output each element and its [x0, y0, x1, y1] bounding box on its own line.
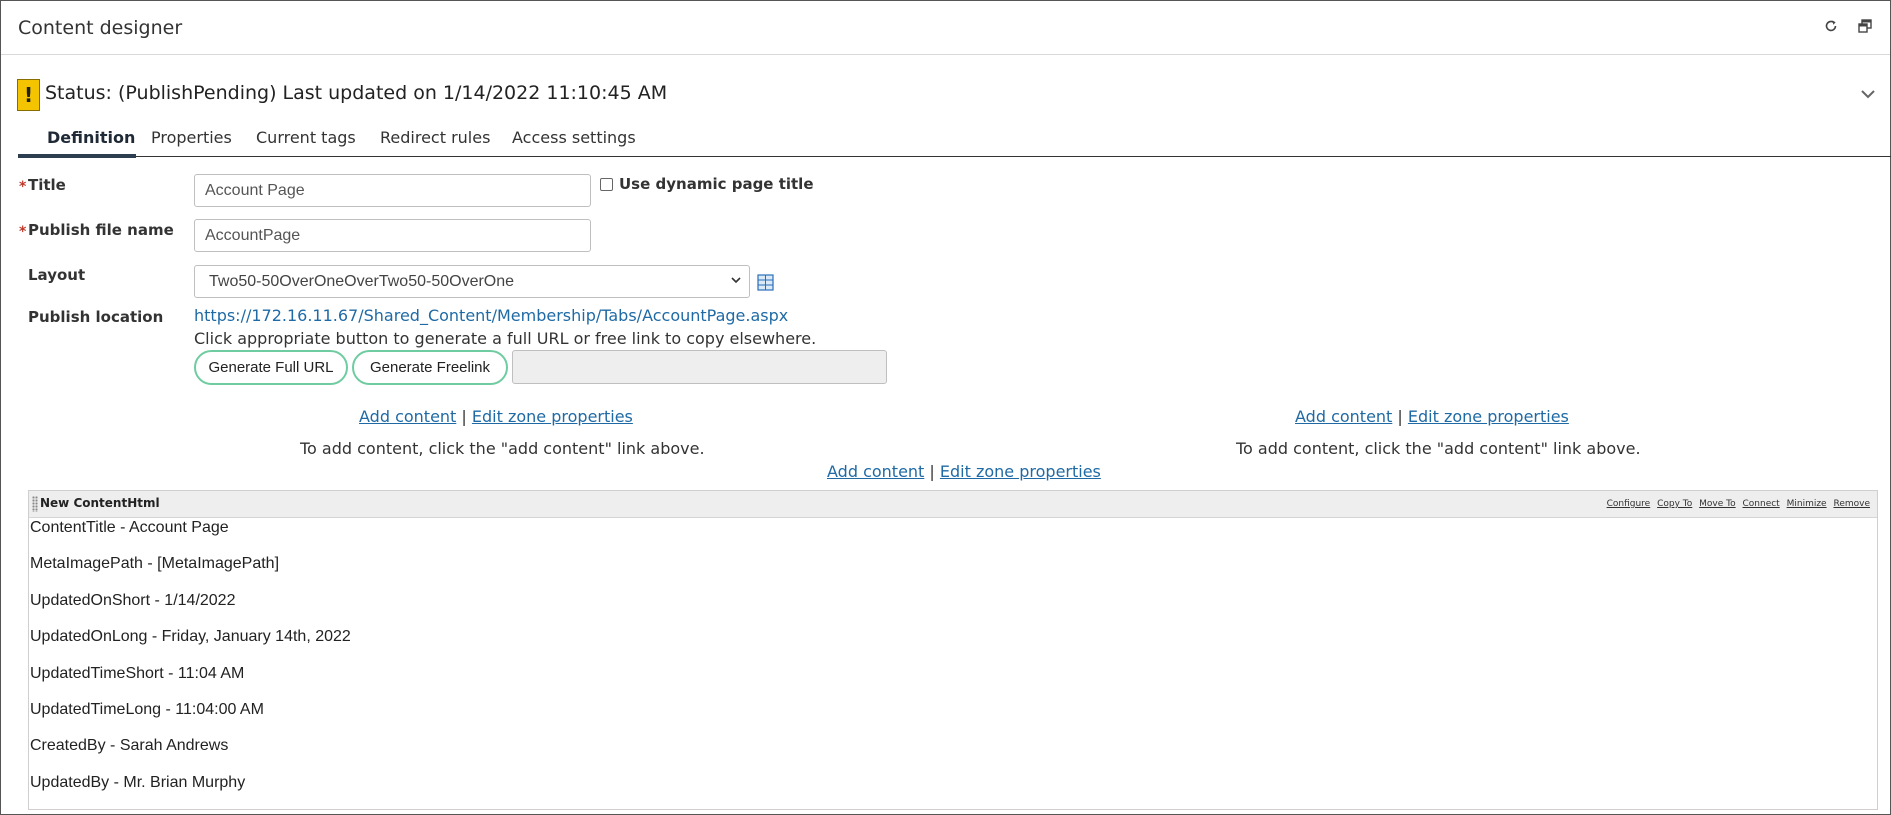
zone-middle-links: Add content | Edit zone properties [827, 462, 1101, 481]
generated-link-field[interactable] [512, 350, 887, 384]
zone-right-hint: To add content, click the "add content" … [1236, 439, 1641, 458]
active-tab-indicator [18, 154, 136, 158]
publish-file-input[interactable] [194, 219, 591, 252]
add-content-link[interactable]: Add content [1295, 407, 1392, 426]
link-separator: | [929, 462, 935, 481]
publish-location-label: Publish location [28, 308, 164, 326]
edit-zone-properties-link[interactable]: Edit zone properties [940, 462, 1101, 481]
content-line: MetaImagePath - [MetaImagePath] [30, 555, 280, 572]
tab-properties[interactable]: Properties [151, 128, 232, 147]
generate-full-url-button[interactable]: Generate Full URL [194, 350, 348, 385]
layout-select-value: Two50-50OverOneOverTwo50-50OverOne [209, 273, 515, 290]
add-content-link[interactable]: Add content [359, 407, 456, 426]
content-line: ContentTitle - Account Page [30, 519, 229, 536]
content-line: UpdatedTimeLong - 11:04:00 AM [30, 701, 264, 718]
move-to-link[interactable]: Move To [1699, 499, 1735, 509]
generate-help-text: Click appropriate button to generate a f… [194, 329, 817, 348]
publish-url-link[interactable]: https://172.16.11.67/Shared_Content/Memb… [194, 306, 788, 325]
zone-left-hint: To add content, click the "add content" … [300, 439, 705, 458]
edit-zone-properties-link[interactable]: Edit zone properties [1408, 407, 1569, 426]
layout-select[interactable]: Two50-50OverOneOverTwo50-50OverOne [194, 265, 750, 298]
content-line: UpdatedBy - Mr. Brian Murphy [30, 774, 246, 791]
required-marker: * [19, 224, 27, 240]
title-label: Title [28, 176, 66, 194]
content-item: New ContentHtml Configure Copy To Move T… [28, 490, 1878, 810]
chevron-down-icon[interactable] [1859, 85, 1877, 103]
link-separator: | [461, 407, 467, 426]
tab-bar: Definition Properties Current tags Redir… [18, 125, 1891, 158]
status-bar: ! Status: (PublishPending) Last updated … [17, 79, 1877, 111]
required-marker: * [19, 179, 27, 195]
publish-file-label: Publish file name [28, 221, 174, 239]
chevron-down-icon [729, 273, 743, 287]
minimize-link[interactable]: Minimize [1787, 499, 1827, 509]
window-title: Content designer [18, 17, 183, 39]
content-designer-window: Content designer ! Status: (PublishPendi… [0, 0, 1891, 815]
tab-access-settings[interactable]: Access settings [512, 128, 636, 147]
link-separator: | [1397, 407, 1403, 426]
content-line: UpdatedOnLong - Friday, January 14th, 20… [30, 628, 351, 645]
content-item-name: New ContentHtml [40, 496, 160, 510]
copy-to-link[interactable]: Copy To [1657, 499, 1692, 509]
popout-icon[interactable] [1857, 19, 1873, 35]
zone-right-links: Add content | Edit zone properties [1295, 407, 1569, 426]
content-line: UpdatedOnShort - 1/14/2022 [30, 592, 236, 609]
tab-definition[interactable]: Definition [47, 128, 135, 147]
connect-link[interactable]: Connect [1743, 499, 1780, 509]
dynamic-title-checkbox[interactable] [600, 178, 613, 191]
dynamic-title-label: Use dynamic page title [619, 175, 814, 193]
drag-handle-icon[interactable] [32, 496, 38, 512]
warning-icon: ! [17, 79, 40, 111]
status-text: Status: (PublishPending) Last updated on… [45, 82, 668, 104]
content-item-toolbar: New ContentHtml Configure Copy To Move T… [29, 491, 1877, 518]
configure-link[interactable]: Configure [1607, 499, 1651, 509]
title-input[interactable] [194, 174, 591, 207]
layout-label: Layout [28, 266, 86, 284]
content-line: CreatedBy - Sarah Andrews [30, 737, 229, 754]
add-content-link[interactable]: Add content [827, 462, 924, 481]
layout-grid-icon[interactable] [757, 274, 774, 291]
tab-current-tags[interactable]: Current tags [256, 128, 356, 147]
edit-zone-properties-link[interactable]: Edit zone properties [472, 407, 633, 426]
generate-freelink-button[interactable]: Generate Freelink [352, 350, 508, 385]
refresh-icon[interactable] [1823, 19, 1839, 35]
remove-link[interactable]: Remove [1833, 499, 1870, 509]
content-item-actions: Configure Copy To Move To Connect Minimi… [1603, 499, 1870, 509]
zone-left-links: Add content | Edit zone properties [359, 407, 633, 426]
content-line: UpdatedTimeShort - 11:04 AM [30, 665, 245, 682]
tab-redirect-rules[interactable]: Redirect rules [380, 128, 490, 147]
window-header: Content designer [1, 1, 1890, 55]
